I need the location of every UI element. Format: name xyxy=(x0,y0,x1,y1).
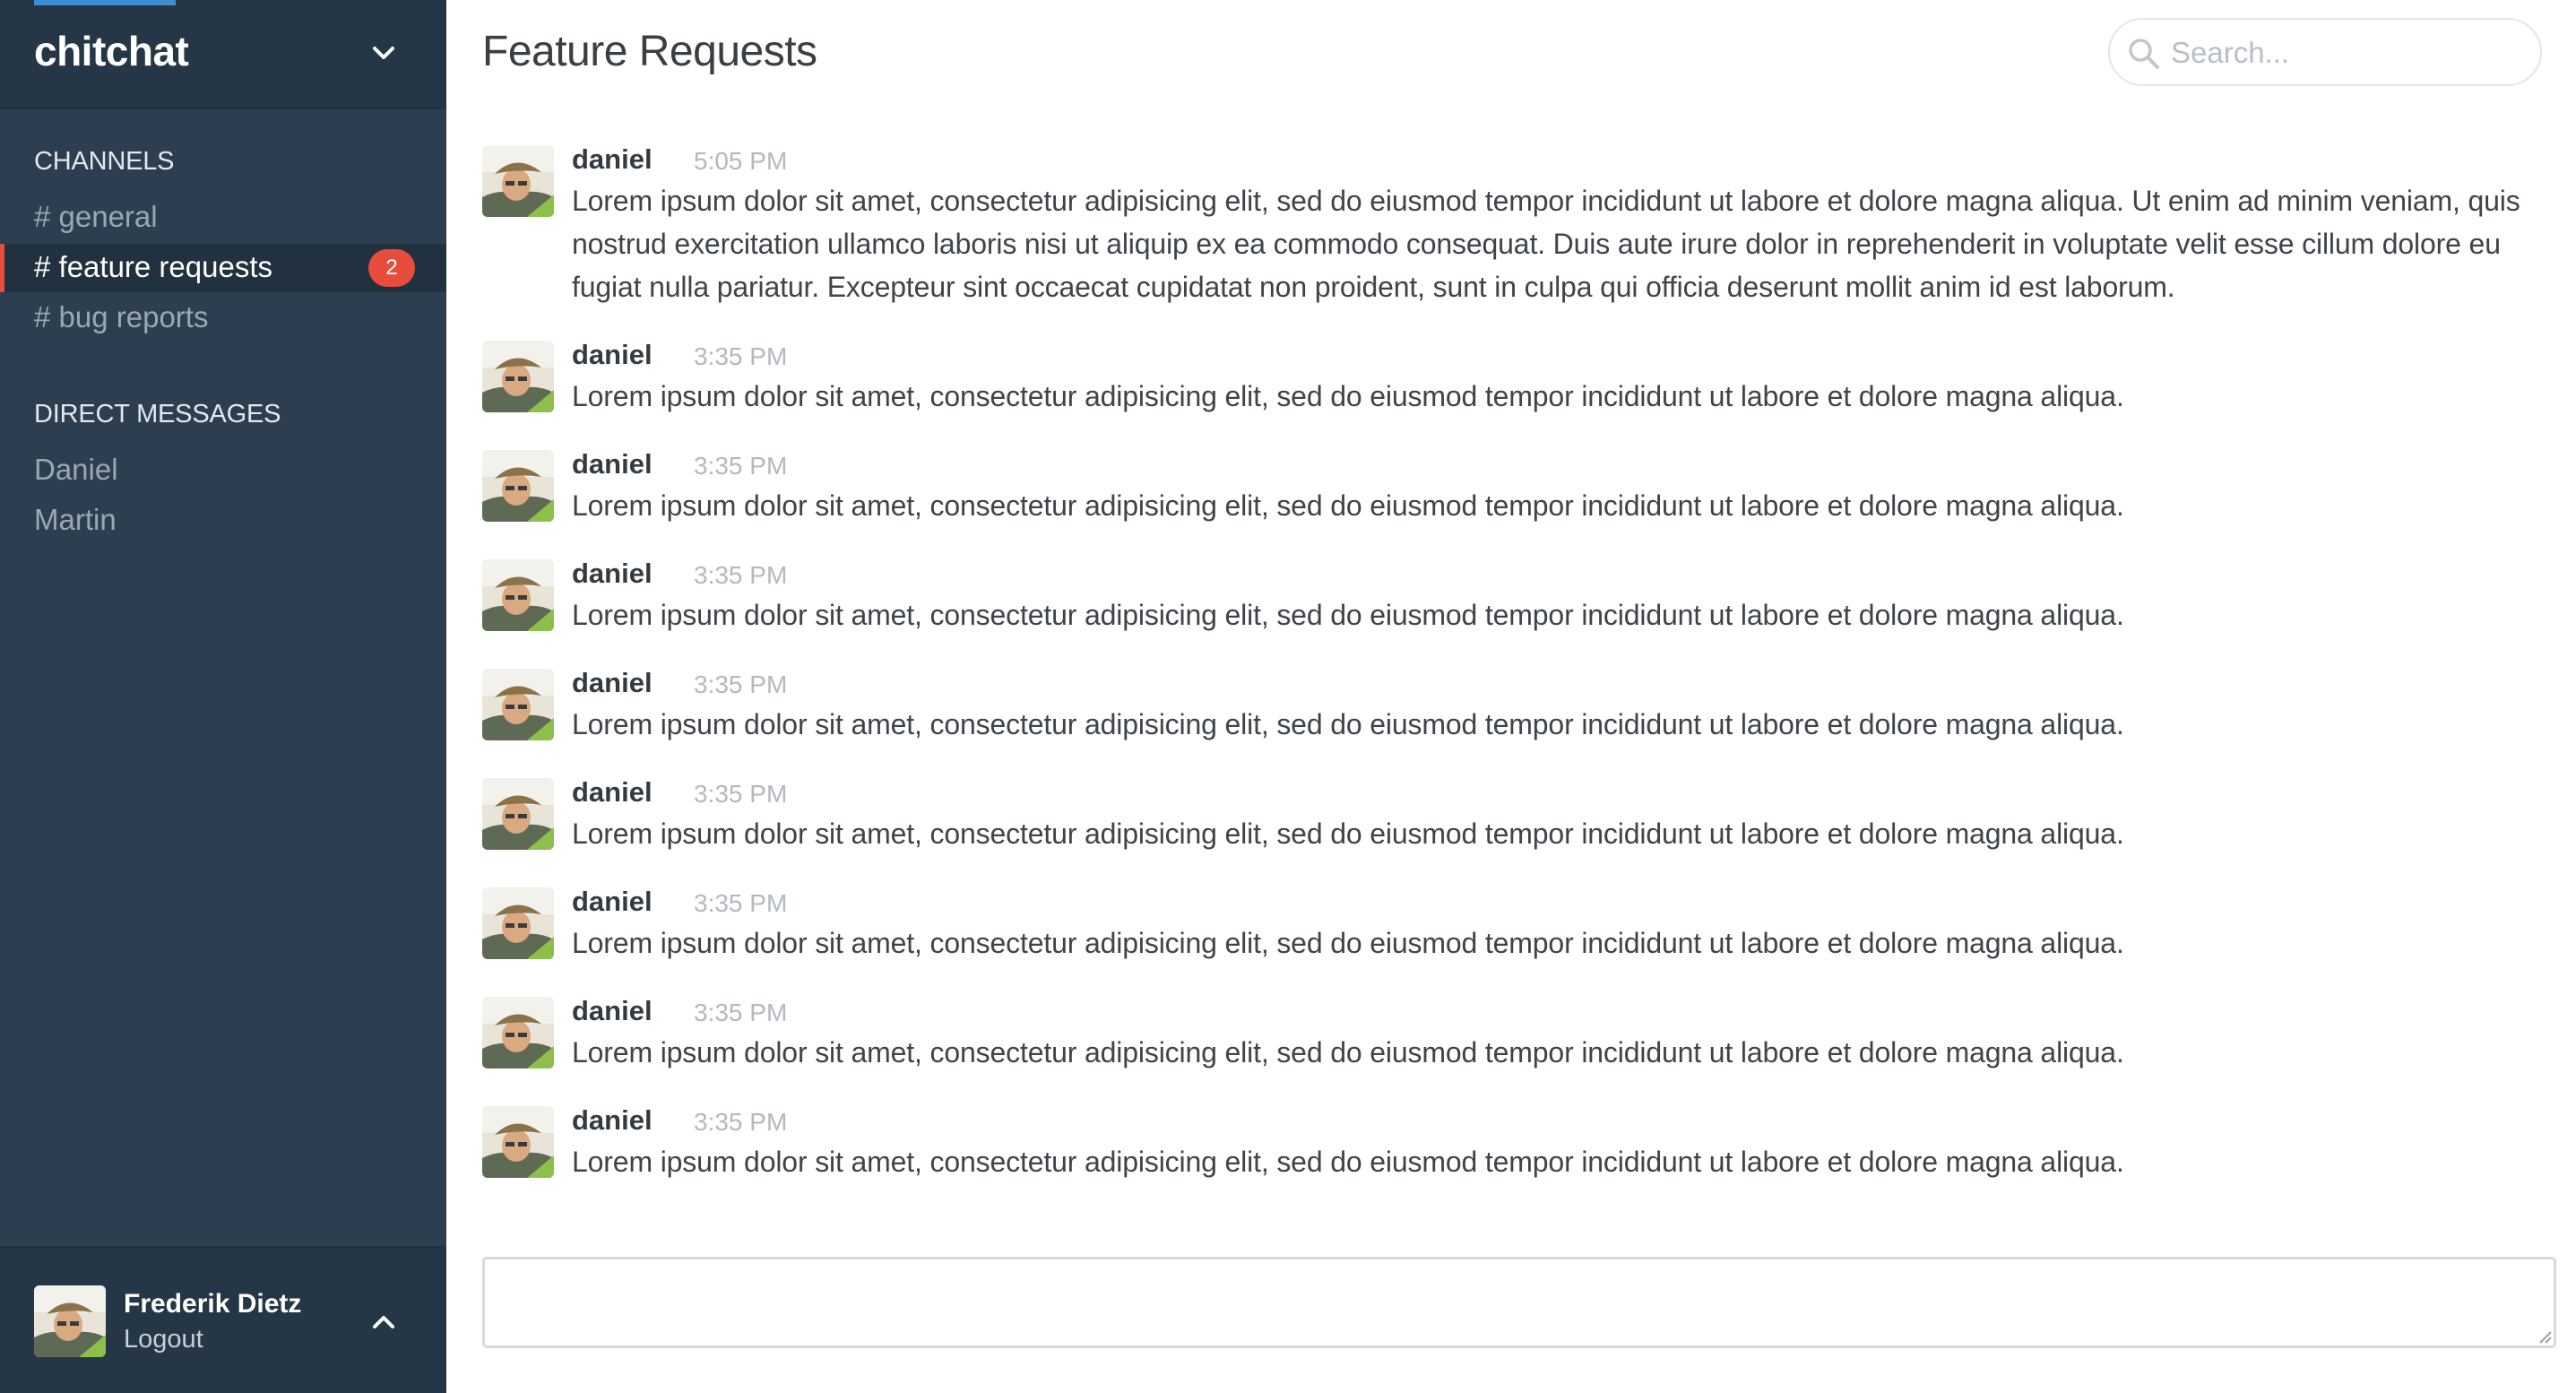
resize-grip-icon[interactable] xyxy=(2535,1327,2553,1345)
avatar[interactable] xyxy=(482,559,554,631)
avatar xyxy=(34,1285,106,1357)
avatar[interactable] xyxy=(482,1106,554,1178)
sidebar-item-daniel[interactable]: Daniel xyxy=(0,446,446,495)
message-text: Lorem ipsum dolor sit amet, consectetur … xyxy=(572,818,2124,850)
channels-heading: CHANNELS xyxy=(34,147,175,176)
message-text: Lorem ipsum dolor sit amet, consectetur … xyxy=(572,489,2124,522)
unread-badge: 2 xyxy=(368,249,415,287)
app-name: chitchat xyxy=(34,28,189,74)
message-text: Lorem ipsum dolor sit amet, consectetur … xyxy=(572,380,2124,412)
main-panel: Feature Requests daniel 5:05 PM Lorem ipsu… xyxy=(446,0,2576,1393)
direct-messages-heading: DIRECT MESSAGES xyxy=(34,400,281,428)
message-author[interactable]: daniel xyxy=(572,776,653,809)
message-timestamp: 5:05 PM xyxy=(694,147,788,175)
message-timestamp: 3:35 PM xyxy=(694,889,788,917)
user-panel: Frederik Dietz Logout xyxy=(0,1246,446,1393)
sidebar-item-label: # feature requests xyxy=(34,250,272,283)
header-accent-bar xyxy=(34,0,176,5)
sidebar-item-label: # general xyxy=(34,200,158,233)
search-input[interactable] xyxy=(2171,29,2529,77)
message-author[interactable]: daniel xyxy=(572,886,653,918)
message-author[interactable]: daniel xyxy=(572,143,653,176)
message-author[interactable]: daniel xyxy=(572,1104,653,1137)
sidebar-item-general[interactable]: # general xyxy=(0,194,446,242)
message-author[interactable]: daniel xyxy=(572,667,653,699)
logout-link[interactable]: Logout xyxy=(124,1325,203,1354)
message-text: Lorem ipsum dolor sit amet, consectetur … xyxy=(572,708,2124,740)
avatar[interactable] xyxy=(482,669,554,740)
app-window: chitchat CHANNELS # general # feature re… xyxy=(0,0,2576,1393)
avatar[interactable] xyxy=(482,997,554,1069)
sidebar-item-label: Martin xyxy=(34,503,117,536)
user-name: Frederik Dietz xyxy=(124,1289,302,1319)
sidebar-item-feature-requests[interactable]: # feature requests 2 xyxy=(0,244,446,292)
sidebar-item-bug-reports[interactable]: # bug reports xyxy=(0,294,446,342)
message-composer[interactable] xyxy=(482,1257,2556,1348)
message-timestamp: 3:35 PM xyxy=(694,999,788,1026)
message-author[interactable]: daniel xyxy=(572,995,653,1027)
message-text: Lorem ipsum dolor sit amet, consectetur … xyxy=(572,1146,2124,1178)
sidebar-item-label: Daniel xyxy=(34,453,118,486)
message-author[interactable]: daniel xyxy=(572,448,653,480)
message-text: Lorem ipsum dolor sit amet, consectetur … xyxy=(572,1036,2124,1069)
page-title: Feature Requests xyxy=(482,28,817,75)
message-timestamp: 3:35 PM xyxy=(694,671,788,698)
avatar[interactable] xyxy=(482,778,554,850)
message-timestamp: 3:35 PM xyxy=(694,561,788,589)
sidebar: chitchat CHANNELS # general # feature re… xyxy=(0,0,446,1393)
search-box[interactable] xyxy=(2108,18,2542,86)
search-icon xyxy=(2129,39,2159,69)
message-timestamp: 3:35 PM xyxy=(694,342,788,370)
chevron-up-icon[interactable] xyxy=(364,1303,403,1339)
message-timestamp: 3:35 PM xyxy=(694,780,788,808)
message-timestamp: 3:35 PM xyxy=(694,1108,788,1136)
message-timestamp: 3:35 PM xyxy=(694,452,788,480)
avatar[interactable] xyxy=(482,887,554,959)
sidebar-item-martin[interactable]: Martin xyxy=(0,497,446,545)
avatar[interactable] xyxy=(482,341,554,412)
message-text: Lorem ipsum dolor sit amet, consectetur … xyxy=(572,599,2124,631)
message-text: Lorem ipsum dolor sit amet, consectetur … xyxy=(572,185,2520,303)
message-text: Lorem ipsum dolor sit amet, consectetur … xyxy=(572,927,2124,959)
avatar[interactable] xyxy=(482,450,554,522)
avatar[interactable] xyxy=(482,145,554,217)
message-author[interactable]: daniel xyxy=(572,339,653,371)
sidebar-item-label: # bug reports xyxy=(34,300,209,333)
chevron-down-icon[interactable] xyxy=(364,36,403,72)
sidebar-header[interactable]: chitchat xyxy=(0,0,446,109)
message-author[interactable]: daniel xyxy=(572,558,653,590)
